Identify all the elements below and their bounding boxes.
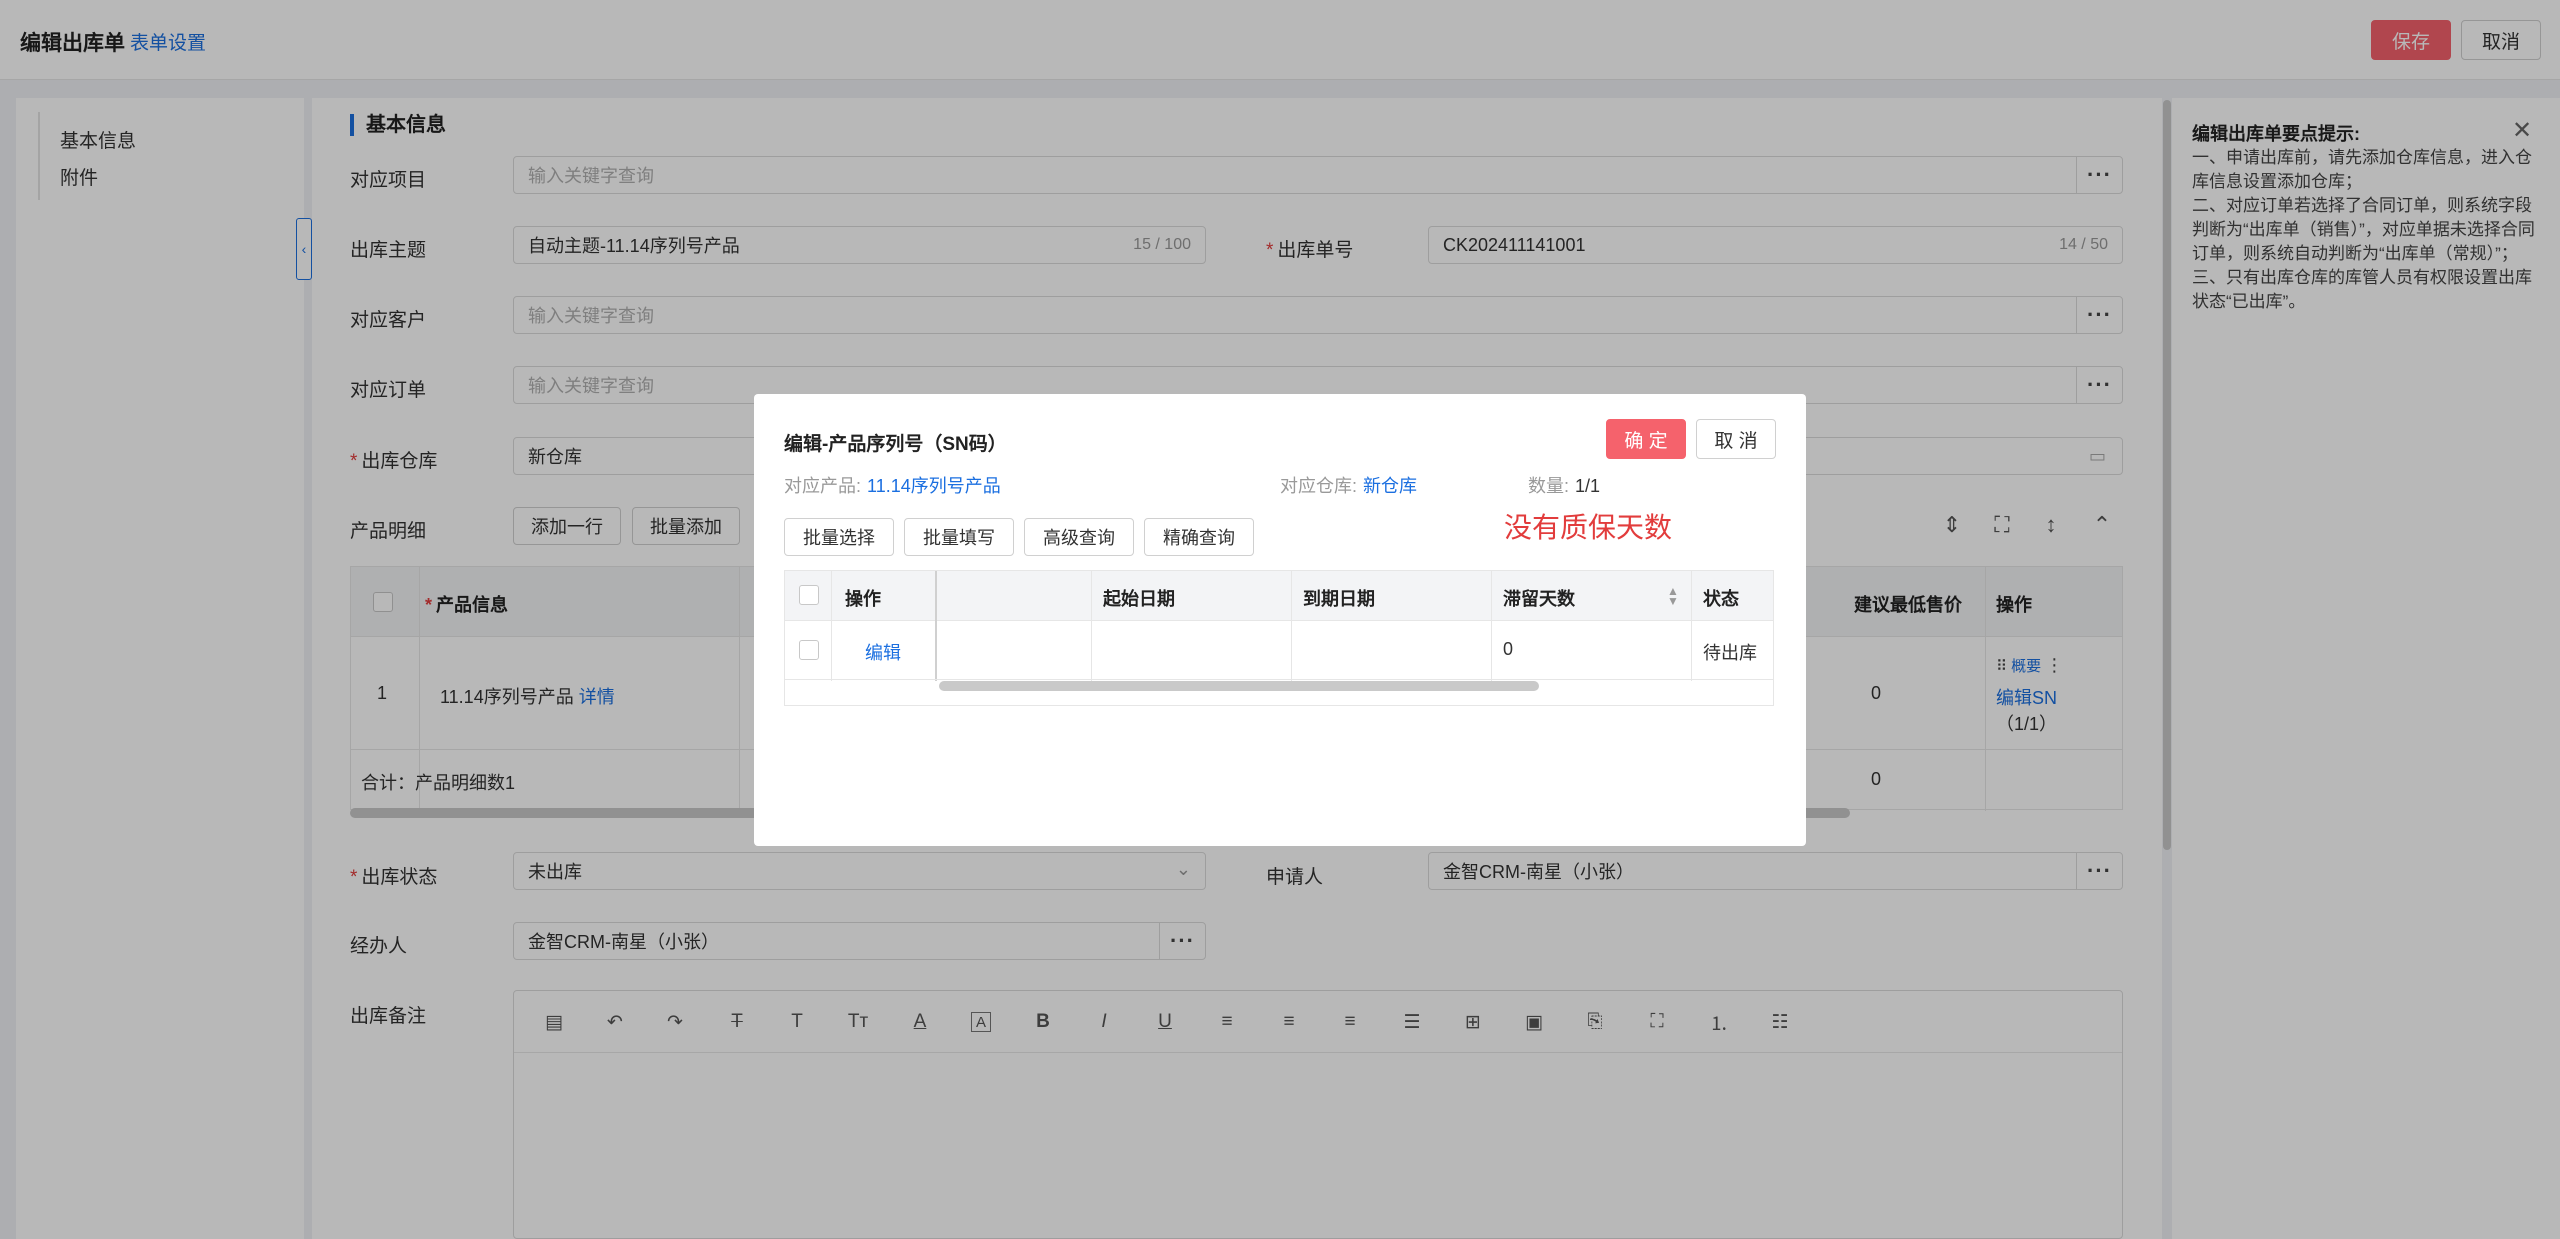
select-all-checkbox[interactable]	[799, 585, 819, 605]
header-ops: 操作	[845, 589, 881, 609]
warranty-note: 没有质保天数	[1504, 512, 1673, 543]
sn-table-header	[785, 571, 1773, 621]
qty-value: 1/1	[1575, 476, 1601, 496]
sn-table: 操作 起始日期 到期日期 滞留天数 ▲ ▼ 状态 编辑 0 待出库	[784, 570, 1774, 706]
header-start-date: 起始日期	[1103, 589, 1175, 609]
modal-cancel-button[interactable]: 取 消	[1696, 419, 1776, 459]
row-checkbox[interactable]	[799, 640, 819, 660]
confirm-button[interactable]: 确 定	[1606, 419, 1686, 459]
modal-title: 编辑-产品序列号（SN码）	[784, 434, 1007, 455]
warehouse-link[interactable]: 新仓库	[1363, 476, 1417, 496]
modal-product-info: 对应产品: 11.14序列号产品	[784, 476, 1001, 496]
sort-icon[interactable]: ▲ ▼	[1667, 585, 1679, 607]
sn-modal: 编辑-产品序列号（SN码） 确 定 取 消 对应产品: 11.14序列号产品 对应…	[754, 394, 1806, 846]
modal-warehouse-info: 对应仓库: 新仓库	[1280, 476, 1418, 496]
header-retention-days: 滞留天数	[1503, 589, 1575, 609]
exact-query-button[interactable]: 精确查询	[1144, 518, 1254, 556]
row-retention-days: 0	[1503, 639, 1514, 659]
edit-link[interactable]: 编辑	[865, 639, 901, 665]
sn-table-scrollbar[interactable]	[939, 681, 1539, 691]
header-status: 状态	[1703, 589, 1739, 609]
header-end-date: 到期日期	[1303, 589, 1375, 609]
batch-fill-button[interactable]: 批量填写	[904, 518, 1014, 556]
row-status: 待出库	[1703, 643, 1757, 663]
batch-select-button[interactable]: 批量选择	[784, 518, 894, 556]
modal-qty-info: 数量: 1/1	[1528, 476, 1601, 496]
product-link[interactable]: 11.14序列号产品	[867, 476, 1001, 496]
advanced-query-button[interactable]: 高级查询	[1024, 518, 1134, 556]
